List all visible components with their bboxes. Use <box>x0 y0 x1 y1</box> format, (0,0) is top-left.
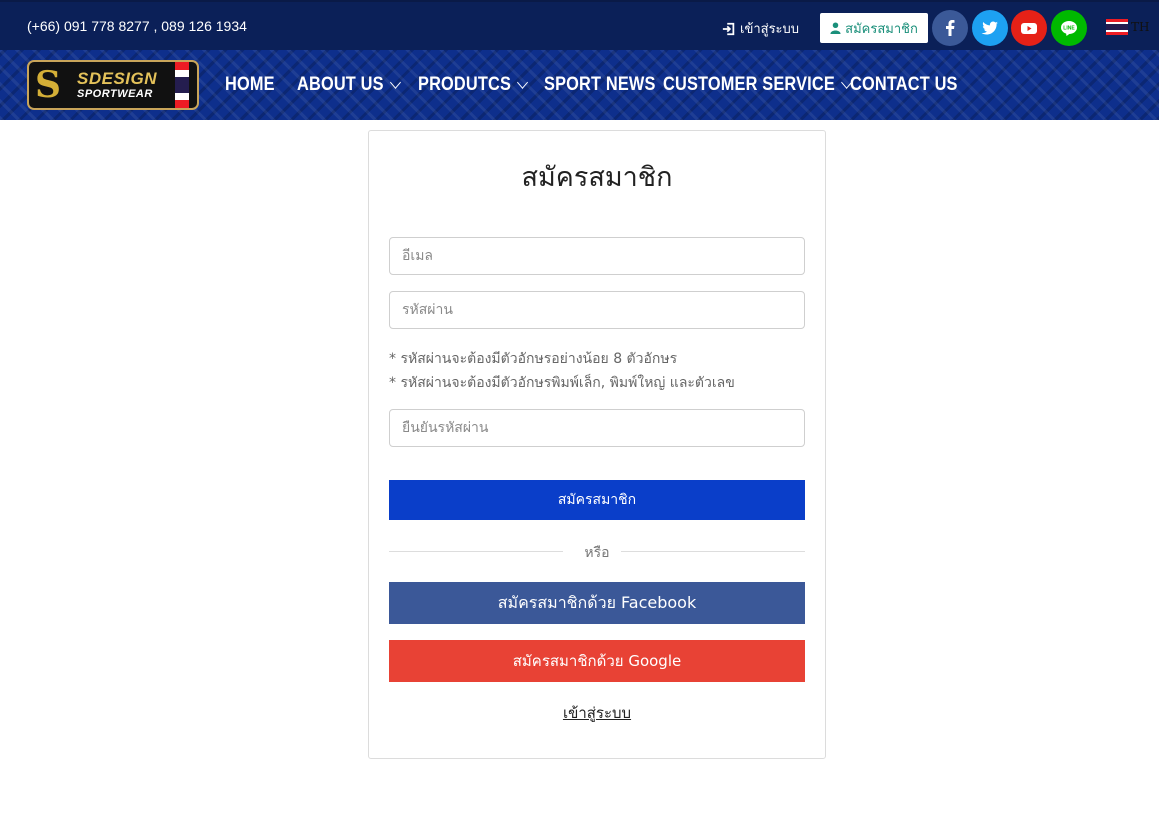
nav-contact-us-label: CONTACT US <box>850 74 958 95</box>
sign-in-icon <box>722 22 735 35</box>
phone-numbers: (+66) 091 778 8277 , 089 126 1934 <box>27 18 247 34</box>
nav-products[interactable]: PRODUTCS <box>418 50 529 120</box>
language-code: TH <box>1131 20 1150 34</box>
nav-home-label: HOME <box>225 74 275 95</box>
nav-customer-service[interactable]: CUSTOMER SERVICE <box>663 50 853 120</box>
login-link[interactable]: เข้าสู่ระบบ <box>722 18 799 39</box>
twitter-link[interactable] <box>972 10 1008 46</box>
email-field[interactable] <box>389 237 805 275</box>
twitter-icon <box>981 21 998 35</box>
nav-about-us[interactable]: ABOUT US <box>297 50 401 120</box>
youtube-icon <box>1021 23 1037 34</box>
or-divider: หรือ <box>389 541 805 561</box>
chevron-down-icon <box>517 75 529 89</box>
password-hint-case: * รหัสผ่านจะต้องมีตัวอักษรพิมพ์เล็ก, พิม… <box>389 375 735 391</box>
thai-flag-icon <box>1106 19 1128 35</box>
or-label: หรือ <box>584 545 610 561</box>
confirm-password-field[interactable] <box>389 409 805 447</box>
nav-customer-service-label: CUSTOMER SERVICE <box>663 74 835 95</box>
login-link-label: เข้าสู่ระบบ <box>740 22 800 37</box>
register-submit-button[interactable]: สมัครสมาชิก <box>389 480 805 520</box>
svg-text:LINE: LINE <box>1063 26 1075 32</box>
language-switcher[interactable]: TH <box>1106 19 1149 35</box>
nav-contact-us[interactable]: CONTACT US <box>850 50 958 120</box>
logo-initial: S <box>35 64 61 106</box>
youtube-link[interactable] <box>1011 10 1047 46</box>
register-button-label: สมัครสมาชิก <box>845 21 918 37</box>
password-field[interactable] <box>389 291 805 329</box>
logo-thai-flag-icon <box>175 62 189 108</box>
register-facebook-button[interactable]: สมัครสมาชิกด้วย Facebook <box>389 582 805 624</box>
nav-home[interactable]: HOME <box>225 50 275 120</box>
register-card: สมัครสมาชิก * รหัสผ่านจะต้องมีตัวอักษรอย… <box>368 130 826 759</box>
password-hint-length: * รหัสผ่านจะต้องมีตัวอักษรอย่างน้อย 8 ตั… <box>389 351 678 367</box>
main-navigation: S SDESIGN SPORTWEAR HOME ABOUT US PRODUT… <box>0 50 1159 120</box>
top-bar: (+66) 091 778 8277 , 089 126 1934 เข้าสู… <box>0 0 1159 50</box>
logo-brand-top: SDESIGN <box>77 69 158 88</box>
nav-about-us-label: ABOUT US <box>297 74 384 95</box>
nav-products-label: PRODUTCS <box>418 74 512 95</box>
line-link[interactable]: LINE <box>1051 10 1087 46</box>
login-link-bottom[interactable]: เข้าสู่ระบบ <box>369 701 825 725</box>
register-button[interactable]: สมัครสมาชิก <box>820 13 928 43</box>
register-google-button[interactable]: สมัครสมาชิกด้วย Google <box>389 640 805 682</box>
nav-sport-news[interactable]: SPORT NEWS <box>544 50 656 120</box>
facebook-link[interactable] <box>932 10 968 46</box>
facebook-icon <box>946 20 955 36</box>
brand-logo[interactable]: S SDESIGN SPORTWEAR <box>27 60 199 110</box>
user-icon <box>830 22 841 34</box>
page-title: สมัครสมาชิก <box>521 162 673 193</box>
line-icon: LINE <box>1061 21 1077 36</box>
logo-brand-bottom: SPORTWEAR <box>77 88 153 100</box>
nav-sport-news-label: SPORT NEWS <box>544 74 656 95</box>
chevron-down-icon <box>389 75 401 89</box>
